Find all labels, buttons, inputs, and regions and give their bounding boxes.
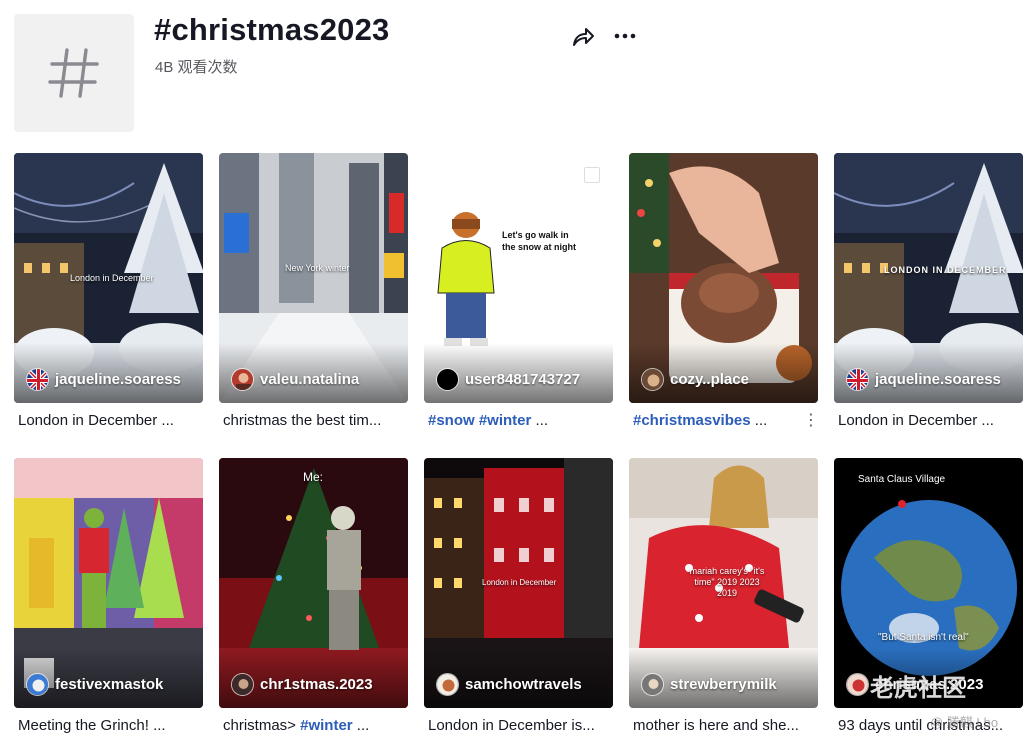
author-name[interactable]: festivexmastok	[55, 676, 163, 693]
video-card[interactable]: LONDON IN DECEMBER jaqueline.soaress Lon…	[834, 153, 1023, 433]
video-card[interactable]: London in December samchowtravels London…	[424, 458, 613, 738]
avatar-icon	[641, 672, 664, 696]
video-card[interactable]: mariah carey's "it's time" 2019 2023 201…	[629, 458, 818, 738]
author-info[interactable]: festivexmastok	[26, 672, 163, 696]
video-overlay-text: New York winter	[285, 263, 350, 273]
video-caption[interactable]: London in December ...	[838, 412, 1020, 429]
author-name[interactable]: samchowtravels	[465, 676, 582, 693]
video-thumbnail[interactable]: mariah carey's "it's time" 2019 2023 201…	[629, 458, 818, 708]
video-thumbnail[interactable]: Me: chr1stmas.2023	[219, 458, 408, 708]
video-overlay-text: LONDON IN DECEMBER	[884, 265, 1007, 275]
author-name[interactable]: user8481743727	[465, 371, 580, 388]
author-name[interactable]: cozy..place	[670, 371, 749, 388]
video-card[interactable]: cozy..place #christmasvibes ... ⋮	[629, 153, 819, 433]
video-caption[interactable]: London in December is...	[428, 717, 610, 734]
share-button[interactable]	[569, 24, 597, 50]
author-name[interactable]: valeu.natalina	[260, 371, 359, 388]
video-overlay-text: Me:	[303, 470, 324, 484]
author-info[interactable]: strewberrymilk	[641, 672, 777, 696]
video-caption[interactable]: London in December ...	[18, 412, 200, 429]
hashtag-avatar	[14, 14, 134, 132]
video-caption[interactable]: #snow #winter ...	[428, 412, 610, 429]
author-info[interactable]: valeu.natalina	[231, 367, 359, 391]
video-overlay-text: "But Santa isn't real"	[878, 632, 969, 643]
author-info[interactable]: user8481743727	[436, 367, 580, 391]
author-name[interactable]: chr1stmas.2023	[260, 676, 373, 693]
video-thumbnail[interactable]: Let's go walk in the snow at night user8…	[424, 153, 613, 403]
video-overlay-text: London in December	[482, 578, 557, 587]
video-card[interactable]: London in December jaqueline.soaress Lon…	[14, 153, 203, 433]
vertical-dots-icon[interactable]: ⋮	[803, 411, 819, 431]
more-options-button[interactable]	[611, 24, 639, 50]
hashtag-link[interactable]: #winter	[300, 717, 353, 734]
uk-flag-icon	[26, 367, 49, 391]
caption-rest: ...	[750, 412, 768, 429]
video-thumbnail[interactable]: cozy..place	[629, 153, 818, 403]
video-thumbnail[interactable]: festivexmastok	[14, 458, 203, 708]
author-info[interactable]: jaqueline.soaress	[846, 367, 1001, 391]
hashtag-link[interactable]: #snow #winter	[428, 412, 531, 429]
avatar-icon	[436, 367, 459, 391]
video-caption[interactable]: Meeting the Grinch! ...	[18, 717, 200, 734]
caption-text: christmas>	[223, 717, 301, 734]
author-info[interactable]: cozy..place	[641, 367, 749, 391]
video-overlay-text: mariah carey's "it's time" 2019 2023 201…	[689, 566, 765, 598]
author-info[interactable]: chr1stmas.2023	[231, 672, 373, 696]
avatar-icon	[436, 672, 459, 696]
hashtag-header: #christmas2023 4B 观看次数	[0, 0, 1035, 140]
video-caption[interactable]: #christmasvibes ...	[633, 412, 815, 429]
video-card[interactable]: Let's go walk in the snow at night user8…	[424, 153, 613, 433]
video-thumbnail[interactable]: New York winter valeu.natalina	[219, 153, 408, 403]
video-card[interactable]: New York winter valeu.natalina christmas…	[219, 153, 408, 433]
caption-rest: ...	[531, 412, 549, 429]
page-title: #christmas2023	[154, 12, 390, 47]
author-name[interactable]: jaqueline.soaress	[55, 371, 181, 388]
video-thumbnail[interactable]: LONDON IN DECEMBER jaqueline.soaress	[834, 153, 1023, 403]
avatar-icon	[846, 672, 869, 696]
avatar-icon	[231, 672, 254, 696]
video-overlay-text: Let's go walk in the snow at night	[502, 230, 576, 252]
uk-flag-icon	[846, 367, 869, 391]
video-card[interactable]: Me: chr1stmas.2023 christmas> #winter ..…	[219, 458, 408, 738]
more-dots-icon	[614, 33, 636, 39]
author-name[interactable]: jaqueline.soaress	[875, 371, 1001, 388]
image-icon	[584, 167, 600, 183]
video-thumbnail[interactable]: London in December samchowtravels	[424, 458, 613, 708]
video-thumbnail[interactable]: London in December jaqueline.soaress	[14, 153, 203, 403]
video-overlay-text: London in December	[70, 273, 154, 283]
video-caption[interactable]: christmas the best tim...	[223, 412, 405, 429]
video-card[interactable]: festivexmastok Meeting the Grinch! ...	[14, 458, 203, 738]
author-name[interactable]: strewberrymilk	[670, 676, 777, 693]
video-caption[interactable]: christmas> #winter ...	[223, 717, 405, 734]
caption-rest: ...	[352, 717, 370, 734]
video-caption[interactable]: mother is here and she...	[633, 717, 815, 734]
author-info[interactable]: samchowtravels	[436, 672, 582, 696]
author-info[interactable]: jaqueline.soaress	[26, 367, 181, 391]
watermark-sub: @ 勝麒 Lbo	[930, 715, 999, 730]
view-count: 4B 观看次数	[155, 59, 238, 76]
hashtag-link[interactable]: #christmasvibes	[633, 412, 751, 429]
avatar-icon	[26, 672, 49, 696]
avatar-icon	[231, 367, 254, 391]
hashtag-icon	[48, 48, 99, 98]
watermark: 老虎社区	[870, 675, 966, 702]
avatar-icon	[641, 367, 664, 391]
share-arrow-icon	[573, 28, 594, 46]
video-overlay-text: Santa Claus Village	[858, 474, 946, 485]
